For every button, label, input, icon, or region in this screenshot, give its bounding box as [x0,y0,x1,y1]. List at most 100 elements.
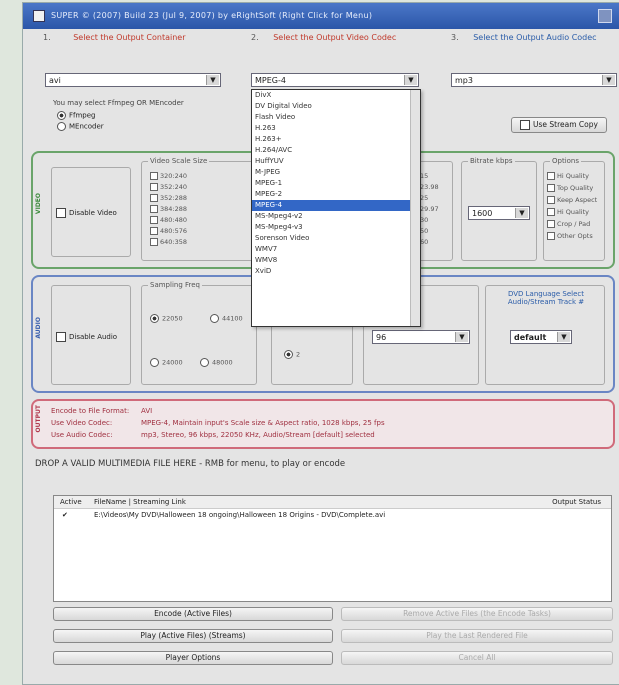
chevron-down-icon[interactable]: ▼ [557,332,570,342]
step-1-label: 1. Select the Output Container [43,33,186,42]
size-option[interactable]: 640:358 [150,238,187,246]
encoder-hint: You may select Ffmpeg OR MEncoder [53,99,184,107]
codec-option[interactable]: M-JPEG [252,167,420,178]
file-list[interactable]: Active FileName | Streaming Link Output … [53,495,612,602]
option-top-quality[interactable]: Top Quality [547,184,593,192]
chevron-down-icon[interactable]: ▼ [455,332,468,342]
codec-option[interactable]: WMV7 [252,244,420,255]
codec-option[interactable]: H.263 [252,123,420,134]
freq-option[interactable]: 44100 [210,314,243,323]
size-option[interactable]: 352:288 [150,194,187,202]
encode-button[interactable]: Encode (Active Files) [53,607,333,621]
chevron-down-icon[interactable]: ▼ [515,208,528,218]
checkbox-icon[interactable] [56,208,66,218]
fps-option[interactable]: 60 [420,238,428,246]
disable-audio-checkbox[interactable]: Disable Audio [56,332,117,342]
audio-codec-select[interactable]: mp3 ▼ [451,73,617,87]
title-bar[interactable]: SUPER © (2007) Build 23 (Jul 9, 2007) by… [23,3,619,29]
size-option[interactable]: 480:480 [150,216,187,224]
codec-option[interactable]: DivX [252,90,420,101]
chevron-down-icon[interactable]: ▼ [602,75,615,85]
stream-copy-button[interactable]: Use Stream Copy [511,117,607,133]
step-3-label: 3. Select the Output Audio Codec [451,33,597,42]
size-option[interactable]: 480:576 [150,227,187,235]
codec-option[interactable]: DV Digital Video [252,101,420,112]
checkbox-icon[interactable] [56,332,66,342]
option-other-opts[interactable]: Other Opts [547,232,593,240]
video-codec-dropdown[interactable]: DivX DV Digital Video Flash Video H.263 H.26… [251,89,421,327]
radio-icon[interactable] [57,111,66,120]
codec-option[interactable]: MPEG-1 [252,178,420,189]
dvd-language-title: DVD Language Select Audio/Stream Track # [507,290,585,306]
codec-option[interactable]: MPEG-4 [252,200,420,211]
option-hi-quality[interactable]: Hi Quality [547,172,589,180]
freq-option[interactable]: 48000 [200,358,233,367]
codec-option[interactable]: MS-Mpeg4-v2 [252,211,420,222]
output-row: Encode to File Format: AVI [51,407,153,415]
output-panel: OUTPUT Encode to File Format: AVI Use Vid… [31,399,615,449]
output-section-label: OUTPUT [35,405,42,433]
video-bitrate-select[interactable]: 1600 ▼ [468,206,530,220]
disable-audio-group: Disable Audio [51,285,131,385]
sampling-freq-title: Sampling Freq [148,281,202,289]
remove-files-button[interactable]: Remove Active Files (the Encode Tasks) [341,607,613,621]
active-check-icon[interactable]: ✔ [62,509,68,521]
app-icon [33,10,45,22]
codec-option[interactable]: HuffYUV [252,156,420,167]
close-icon[interactable] [598,9,612,23]
fps-option[interactable]: 29.97 [420,205,439,213]
codec-list[interactable]: DivX DV Digital Video Flash Video H.263 H.26… [252,90,420,277]
container-select[interactable]: avi ▼ [45,73,221,87]
fps-option[interactable]: 30 [420,216,428,224]
fps-option[interactable]: 23.98 [420,183,439,191]
scrollbar[interactable] [410,90,420,326]
sampling-freq-group: Sampling Freq 22050 44100 24000 48000 [141,281,257,385]
codec-option[interactable]: XviD [252,266,420,277]
fps-option[interactable]: 15 [420,172,428,180]
drop-zone-text[interactable]: DROP A VALID MULTIMEDIA FILE HERE - RMB … [35,459,345,469]
radio-icon[interactable] [57,122,66,131]
codec-option[interactable]: WMV8 [252,255,420,266]
play-button[interactable]: Play (Active Files) (Streams) [53,629,333,643]
codec-option[interactable]: H.264/AVC [252,145,420,156]
freq-option[interactable]: 22050 [150,314,183,323]
dvd-language-group: DVD Language Select Audio/Stream Track #… [485,285,605,385]
play-last-button[interactable]: Play the Last Rendered File [341,629,613,643]
freq-option[interactable]: 24000 [150,358,183,367]
size-option[interactable]: 320:240 [150,172,187,180]
dvd-track-select[interactable]: default ▼ [510,330,572,344]
codec-option[interactable]: Flash Video [252,112,420,123]
player-options-button[interactable]: Player Options [53,651,333,665]
output-row: Use Video Codec: MPEG-4, Maintain input's… [51,419,385,427]
window-title: SUPER © (2007) Build 23 (Jul 9, 2007) by… [51,11,373,20]
output-row: Use Audio Codec: mp3, Stereo, 96 kbps, 22… [51,431,375,439]
mencoder-radio[interactable]: MEncoder [57,122,104,131]
codec-option[interactable]: Sorenson Video [252,233,420,244]
codec-option[interactable]: MS-Mpeg4-v3 [252,222,420,233]
disable-video-group: Disable Video [51,167,131,257]
checkbox-icon[interactable] [520,120,531,130]
channels-option[interactable]: 2 [284,350,300,359]
bitrate-title: Bitrate kbps [468,157,515,165]
file-list-header: Active FileName | Streaming Link Output … [54,496,611,509]
disable-video-checkbox[interactable]: Disable Video [56,208,117,218]
list-item[interactable]: ✔ E:\Videos\My DVD\Halloween 18 ongoing\… [54,509,611,521]
fps-option[interactable]: 50 [420,227,428,235]
size-option[interactable]: 384:288 [150,205,187,213]
audio-bitrate-select[interactable]: 96 ▼ [372,330,470,344]
bitrate-group: Bitrate kbps 1600 ▼ [461,157,537,261]
codec-option[interactable]: MPEG-2 [252,189,420,200]
video-codec-select[interactable]: MPEG-4 ▼ [251,73,419,87]
option-crop-pad[interactable]: Crop / Pad [547,220,590,228]
ffmpeg-radio[interactable]: Ffmpeg [57,111,96,120]
size-option[interactable]: 352:240 [150,183,187,191]
chevron-down-icon[interactable]: ▼ [206,75,219,85]
chevron-down-icon[interactable]: ▼ [404,75,417,85]
option-hi-quality-2[interactable]: Hi Quality [547,208,589,216]
option-keep-aspect[interactable]: Keep Aspect [547,196,597,204]
video-section-label: VIDEO [35,193,42,215]
codec-option[interactable]: H.263+ [252,134,420,145]
step-2-label: 2. Select the Output Video Codec [251,33,397,42]
fps-option[interactable]: 25 [420,194,428,202]
cancel-all-button[interactable]: Cancel All [341,651,613,665]
